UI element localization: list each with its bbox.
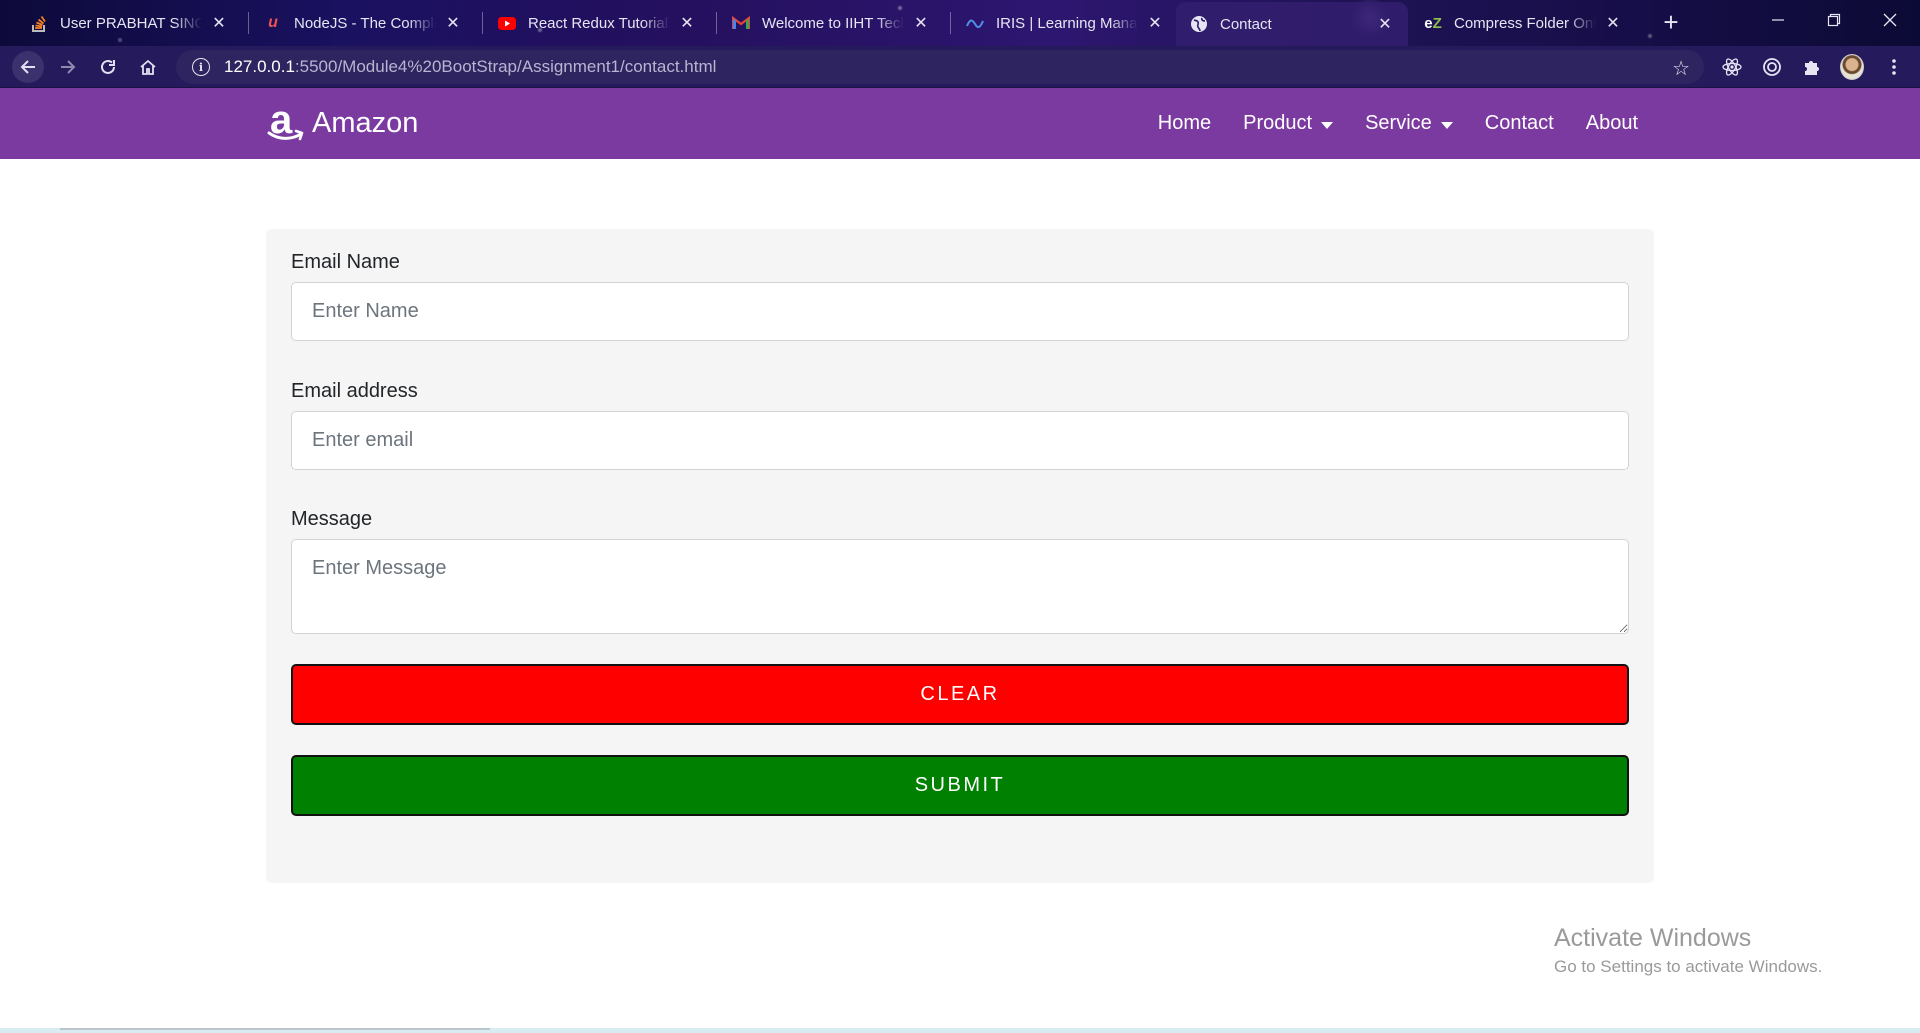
avatar-icon bbox=[1840, 54, 1864, 80]
close-tab-icon[interactable]: ✕ bbox=[1604, 13, 1622, 33]
tab-title: Contact bbox=[1220, 15, 1272, 33]
nav-about-label: About bbox=[1585, 112, 1638, 134]
tab-contact[interactable]: Contact ✕ bbox=[1176, 2, 1408, 46]
watermark-subtitle: Go to Settings to activate Windows. bbox=[1554, 957, 1823, 976]
nav-product-dropdown[interactable]: Product bbox=[1243, 112, 1334, 135]
reload-button[interactable] bbox=[92, 51, 124, 83]
gmail-icon bbox=[732, 14, 750, 32]
stackoverflow-icon bbox=[30, 14, 48, 32]
arrow-left-icon bbox=[20, 60, 35, 74]
tab-title: React Redux Tutorials - bbox=[528, 14, 670, 32]
globe-icon bbox=[1190, 15, 1208, 33]
youtube-icon bbox=[498, 14, 516, 32]
page-viewport: a Amazon Home Product Service Contact Ab… bbox=[0, 88, 1920, 1033]
contact-form: Email Name Email address Message CLEAR S… bbox=[266, 229, 1654, 883]
close-tab-icon[interactable]: ✕ bbox=[1376, 14, 1394, 34]
email-input[interactable] bbox=[291, 411, 1629, 470]
nav-contact[interactable]: Contact bbox=[1485, 112, 1554, 135]
restore-icon bbox=[1827, 13, 1841, 27]
close-tab-icon[interactable]: ✕ bbox=[1146, 13, 1164, 33]
bookmark-star-icon[interactable]: ☆ bbox=[1672, 56, 1690, 81]
tab-gmail[interactable]: Welcome to IIHT Techa ✕ bbox=[718, 4, 944, 42]
tab-separator bbox=[716, 12, 717, 34]
tab-separator bbox=[950, 12, 951, 34]
submit-button[interactable]: SUBMIT bbox=[291, 755, 1629, 816]
windows-activation-watermark: Activate Windows Go to Settings to activ… bbox=[1554, 924, 1822, 977]
tab-title: Compress Folder Onlin bbox=[1454, 14, 1596, 32]
name-label: Email Name bbox=[291, 251, 400, 273]
tab-title: Welcome to IIHT Techa bbox=[762, 14, 904, 32]
back-button[interactable] bbox=[12, 51, 44, 83]
site-navbar: a Amazon Home Product Service Contact Ab… bbox=[0, 88, 1920, 159]
nav-menu: Home Product Service Contact About bbox=[1126, 88, 1638, 159]
nav-contact-label: Contact bbox=[1484, 112, 1554, 134]
tab-title: NodeJS - The Complete bbox=[294, 14, 436, 32]
tab-udemy[interactable]: u NodeJS - The Complete ✕ bbox=[250, 4, 476, 42]
url-host: 127.0.0.1 bbox=[224, 57, 295, 76]
nav-service-dropdown[interactable]: Service bbox=[1365, 112, 1453, 135]
nav-service-label: Service bbox=[1365, 112, 1432, 134]
brand-name: Amazon bbox=[312, 106, 419, 139]
reload-icon bbox=[101, 59, 115, 74]
address-bar[interactable]: i 127.0.0.1:5500/Module4%20BootStrap/Ass… bbox=[176, 50, 1704, 84]
caret-down-icon bbox=[1321, 121, 1334, 129]
arrow-right-icon bbox=[61, 60, 76, 74]
new-tab-button[interactable]: + bbox=[1654, 6, 1688, 40]
restore-button[interactable] bbox=[1806, 0, 1862, 40]
tab-ezyzip[interactable]: eZ Compress Folder Onlin ✕ bbox=[1410, 4, 1636, 42]
browser-tabstrip: User PRABHAT SINGH ✕ u NodeJS - The Comp… bbox=[0, 0, 1920, 46]
tab-stackoverflow[interactable]: User PRABHAT SINGH ✕ bbox=[16, 4, 242, 42]
home-icon bbox=[140, 59, 156, 75]
tab-title: User PRABHAT SINGH bbox=[60, 14, 202, 32]
watermark-title: Activate Windows bbox=[1554, 924, 1752, 952]
tab-title: IRIS | Learning Manage bbox=[996, 14, 1138, 32]
tab-separator bbox=[482, 12, 483, 34]
extensions-puzzle-icon[interactable] bbox=[1800, 55, 1824, 79]
message-label: Message bbox=[291, 508, 373, 530]
minimize-icon bbox=[1772, 19, 1784, 21]
profile-avatar[interactable] bbox=[1840, 54, 1864, 80]
brand-link[interactable]: a Amazon bbox=[266, 98, 419, 144]
browser-menu-icon[interactable] bbox=[1882, 55, 1906, 79]
udemy-icon: u bbox=[268, 14, 278, 31]
home-button[interactable] bbox=[132, 51, 164, 83]
close-tab-icon[interactable]: ✕ bbox=[210, 13, 228, 33]
name-input[interactable] bbox=[291, 282, 1629, 341]
nav-about[interactable]: About bbox=[1586, 112, 1638, 135]
ezyzip-icon: eZ bbox=[1424, 14, 1442, 32]
clear-button[interactable]: CLEAR bbox=[291, 664, 1629, 725]
iris-icon bbox=[966, 14, 984, 32]
browser-toolbar: i 127.0.0.1:5500/Module4%20BootStrap/Ass… bbox=[0, 46, 1920, 88]
url-path: :5500/Module4%20BootStrap/Assignment1/co… bbox=[294, 57, 717, 76]
taskbar-edge bbox=[0, 1028, 1920, 1033]
close-tab-icon[interactable]: ✕ bbox=[912, 13, 930, 33]
nav-product-label: Product bbox=[1243, 112, 1313, 134]
tab-iris[interactable]: IRIS | Learning Manage ✕ bbox=[952, 4, 1178, 42]
amazon-logo-icon: a bbox=[266, 98, 306, 144]
tab-separator bbox=[248, 12, 249, 34]
tab-youtube[interactable]: React Redux Tutorials - ✕ bbox=[484, 4, 710, 42]
nav-home-label: Home bbox=[1157, 112, 1212, 134]
close-icon bbox=[1883, 13, 1897, 27]
site-info-icon[interactable]: i bbox=[192, 58, 210, 76]
forward-button[interactable] bbox=[52, 51, 84, 83]
target-extension-icon[interactable] bbox=[1760, 55, 1784, 79]
close-tab-icon[interactable]: ✕ bbox=[678, 13, 696, 33]
caret-down-icon bbox=[1440, 121, 1453, 129]
email-label: Email address bbox=[291, 380, 418, 402]
close-tab-icon[interactable]: ✕ bbox=[444, 13, 462, 33]
react-devtools-icon[interactable] bbox=[1720, 55, 1744, 79]
nav-home[interactable]: Home bbox=[1158, 112, 1211, 135]
message-textarea[interactable] bbox=[291, 539, 1629, 634]
close-window-button[interactable] bbox=[1862, 0, 1918, 40]
minimize-button[interactable] bbox=[1750, 0, 1806, 40]
